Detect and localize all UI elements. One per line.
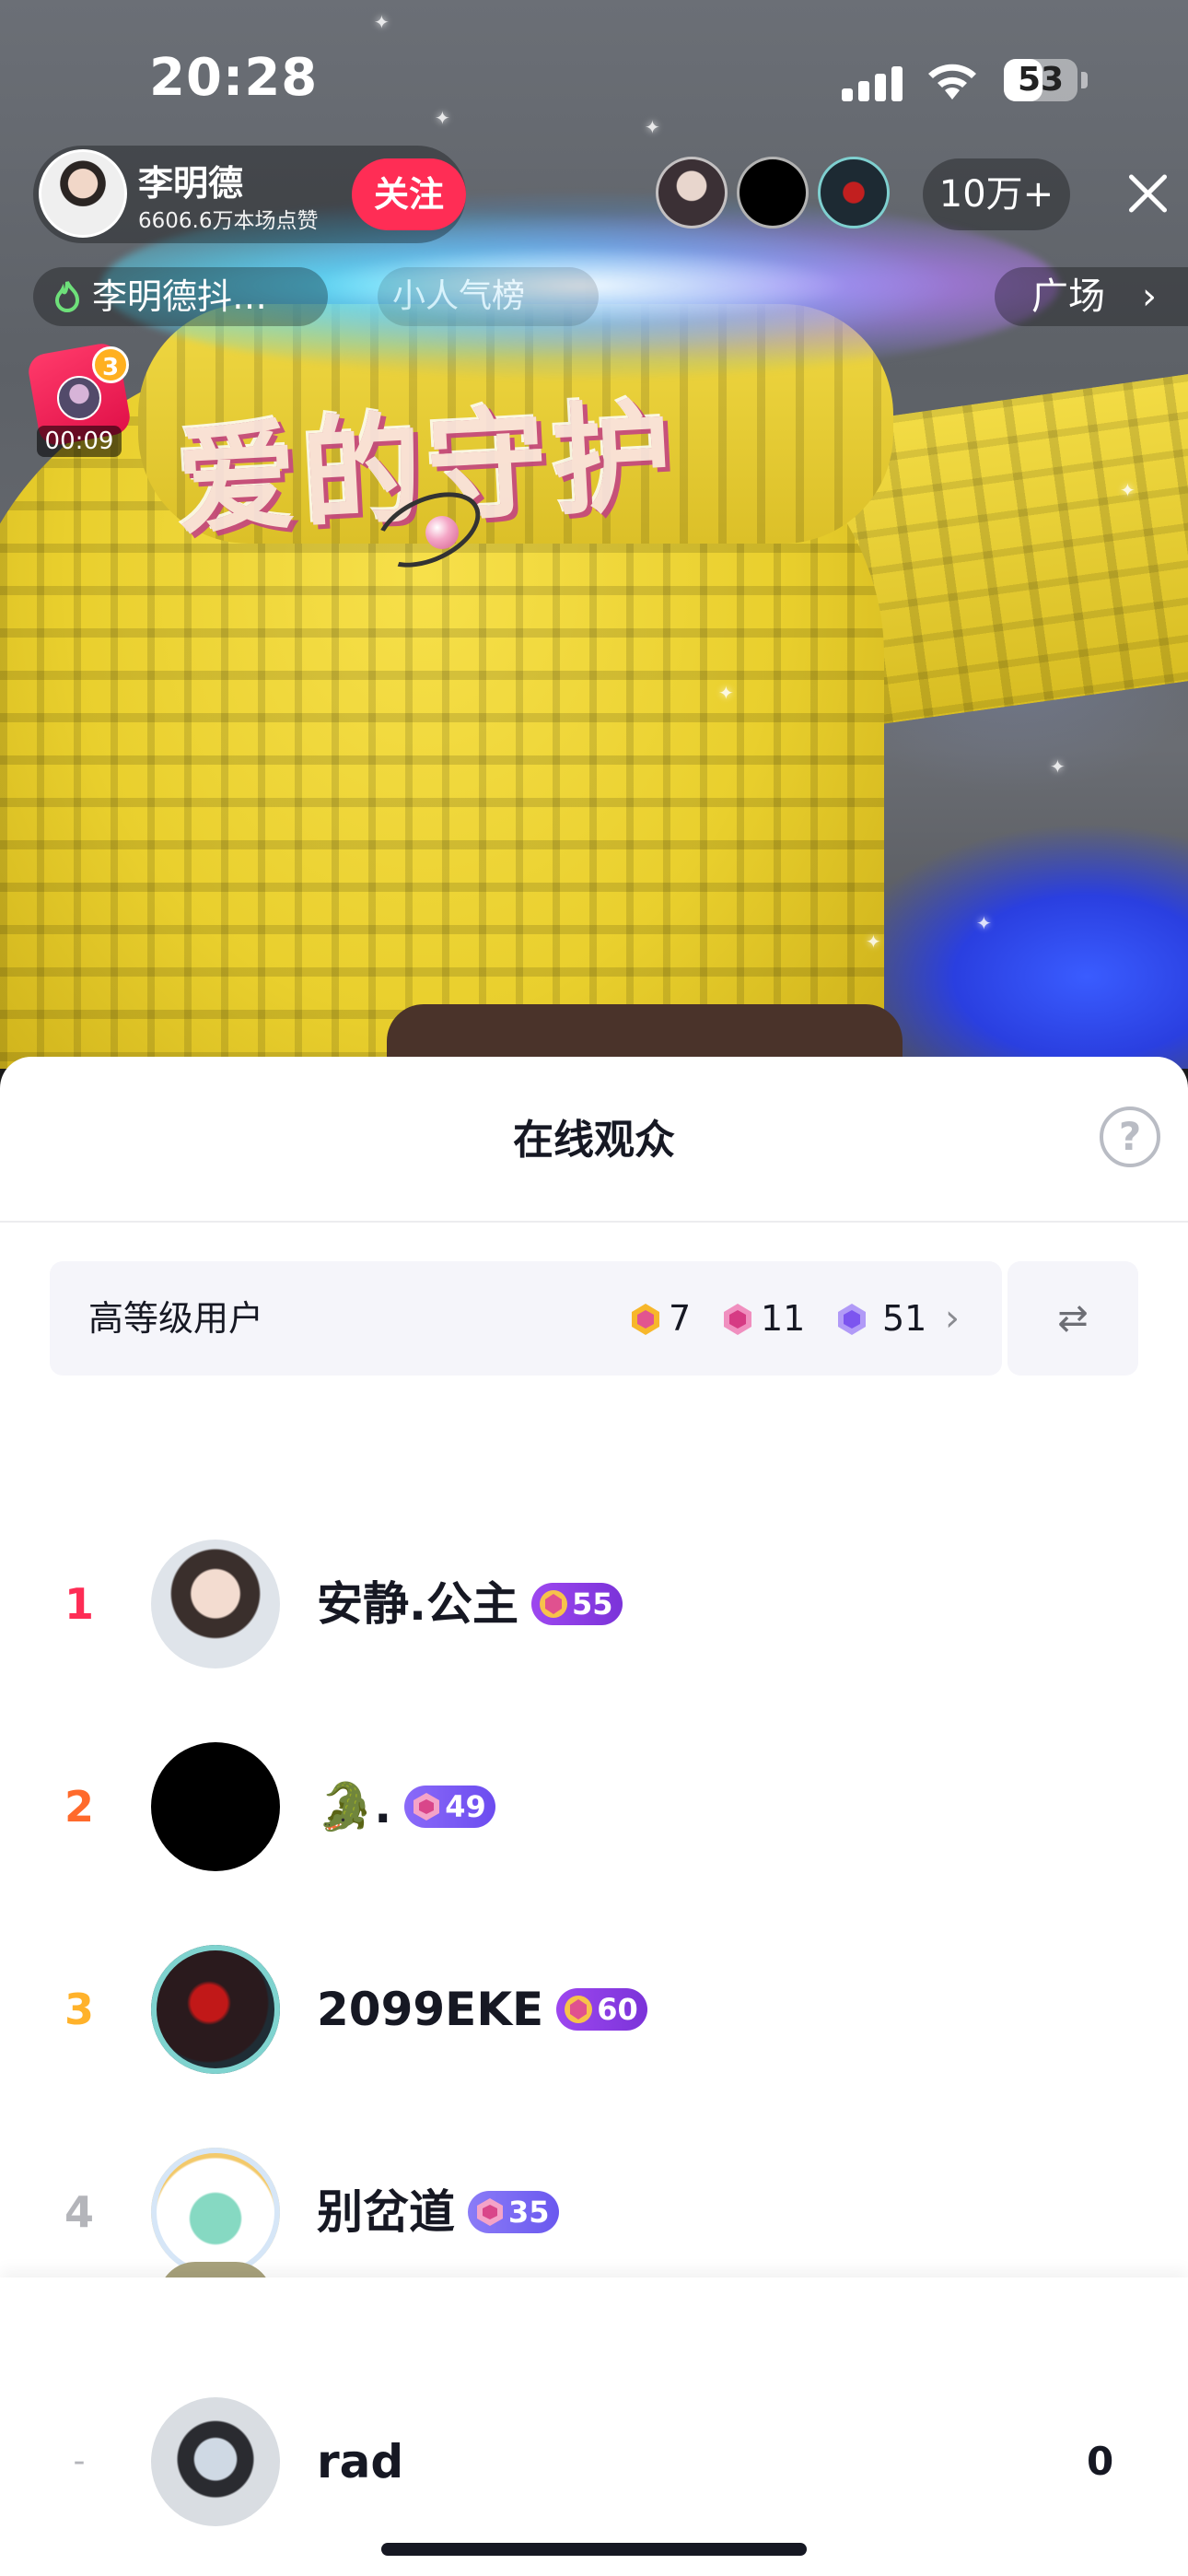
- battery-tip: [1081, 72, 1088, 88]
- level-filter-label: 高等级用户: [88, 1298, 264, 1339]
- my-name: rad: [317, 2435, 404, 2488]
- close-icon[interactable]: [1125, 171, 1170, 216]
- gift-timer-widget[interactable]: 3 00:09: [26, 341, 133, 457]
- purple-level-count: 51: [882, 1298, 927, 1339]
- sparkle-icon: ✦: [866, 931, 881, 953]
- level-badge: 60: [556, 1987, 647, 2031]
- viewer-name-wrap: 安静.公主 55: [317, 1512, 623, 1696]
- viewer-name: 别岔道: [317, 2185, 455, 2239]
- viewer-rank: 3: [64, 1985, 94, 2034]
- host-avatar[interactable]: [39, 149, 127, 238]
- battery-level: 53: [1017, 61, 1065, 99]
- plaza-label: 广场: [1031, 275, 1105, 318]
- level-number: 35: [508, 2194, 550, 2230]
- home-indicator[interactable]: [381, 2543, 807, 2556]
- sparkle-icon: ✦: [718, 682, 734, 704]
- level-badge: 49: [404, 1785, 495, 1828]
- level-number: 49: [445, 1788, 486, 1824]
- purple-gem-icon: [838, 1304, 866, 1335]
- viewer-avatar[interactable]: [151, 2148, 280, 2277]
- gift-count-badge: 3: [92, 346, 129, 383]
- my-rank-bar[interactable]: - rad 0: [0, 2277, 1188, 2576]
- status-bar: 20:28 53: [0, 0, 1188, 157]
- gift-timer-text: 00:09: [37, 426, 122, 457]
- help-icon[interactable]: ?: [1100, 1107, 1160, 1167]
- viewer-count-button[interactable]: 10万+: [923, 158, 1070, 230]
- sparkle-icon: ✦: [1120, 479, 1136, 501]
- viewer-row[interactable]: 2 🐊. 49: [0, 1715, 1188, 1899]
- gold-level-count: 7: [669, 1298, 692, 1339]
- viewer-name-wrap: 🐊. 49: [317, 1715, 495, 1899]
- pink-gem-icon: [413, 1792, 440, 1821]
- viewer-name-wrap: 别岔道 35: [317, 2120, 559, 2304]
- viewer-avatar[interactable]: [151, 1540, 280, 1669]
- viewer-name: 2099EKE: [317, 1983, 544, 2036]
- top-viewer-avatar[interactable]: [737, 157, 809, 228]
- plaza-button[interactable]: 广场 ›: [995, 267, 1188, 326]
- host-name[interactable]: 李明德: [138, 155, 243, 205]
- viewer-name-wrap: 2099EKE 60: [317, 1917, 647, 2102]
- sheet-title: 在线观众: [513, 1117, 675, 1164]
- host-likes: 6606.6万本场点赞: [138, 209, 319, 233]
- viewer-row[interactable]: 3 2099EKE 60: [0, 1917, 1188, 2102]
- follow-button[interactable]: 关注: [352, 158, 466, 230]
- high-level-users-filter[interactable]: 高等级用户 7 11 51 ›: [50, 1261, 1002, 1376]
- pink-gem-icon: [477, 2197, 503, 2226]
- hot-tag-pill[interactable]: 李明德抖…: [33, 267, 328, 326]
- switch-sort-icon[interactable]: ⇄: [1007, 1261, 1138, 1376]
- cellular-signal-icon: [842, 64, 906, 101]
- wifi-icon: [928, 64, 976, 100]
- viewer-avatar[interactable]: [151, 1742, 280, 1871]
- viewer-rank: 2: [64, 1782, 94, 1832]
- level-badge: 35: [468, 2190, 559, 2233]
- ranking-tag-pill[interactable]: 小人气榜: [378, 267, 599, 326]
- pin-ball-decoration: [425, 516, 459, 549]
- top-viewer-avatar[interactable]: [818, 157, 890, 228]
- top-viewer-avatar[interactable]: [656, 157, 728, 228]
- my-rank: -: [73, 2442, 86, 2480]
- gift-sender-avatar: [57, 376, 101, 420]
- viewer-rank: 4: [64, 2187, 94, 2237]
- sheet-divider: [0, 1221, 1188, 1223]
- pink-gem-icon: [724, 1304, 751, 1335]
- sparkle-icon: ✦: [976, 912, 992, 934]
- sparkle-icon: ✦: [1050, 755, 1066, 778]
- level-number: 60: [597, 1991, 638, 2027]
- viewer-name: 🐊.: [317, 1780, 392, 1833]
- viewer-avatar[interactable]: [151, 1945, 280, 2074]
- level-badge: 55: [531, 1582, 623, 1625]
- crown-gem-icon: [540, 1589, 567, 1618]
- chevron-right-icon: ›: [1142, 275, 1157, 318]
- crown-gem-icon: [565, 1995, 593, 2023]
- gold-gem-icon: [632, 1304, 659, 1335]
- battery-icon: 53: [1004, 59, 1077, 101]
- viewer-name: 安静.公主: [317, 1577, 518, 1631]
- pink-level-count: 11: [761, 1298, 806, 1339]
- status-time: 20:28: [149, 48, 319, 108]
- chevron-right-icon: ›: [945, 1297, 960, 1340]
- level-number: 55: [572, 1586, 613, 1622]
- hot-tag-label: 李明德抖…: [92, 276, 268, 317]
- flame-icon: [54, 281, 80, 312]
- my-score: 0: [1087, 2439, 1114, 2484]
- my-avatar[interactable]: [151, 2397, 280, 2526]
- viewer-row[interactable]: 1 安静.公主 55: [0, 1512, 1188, 1696]
- viewer-rank: 1: [64, 1579, 94, 1629]
